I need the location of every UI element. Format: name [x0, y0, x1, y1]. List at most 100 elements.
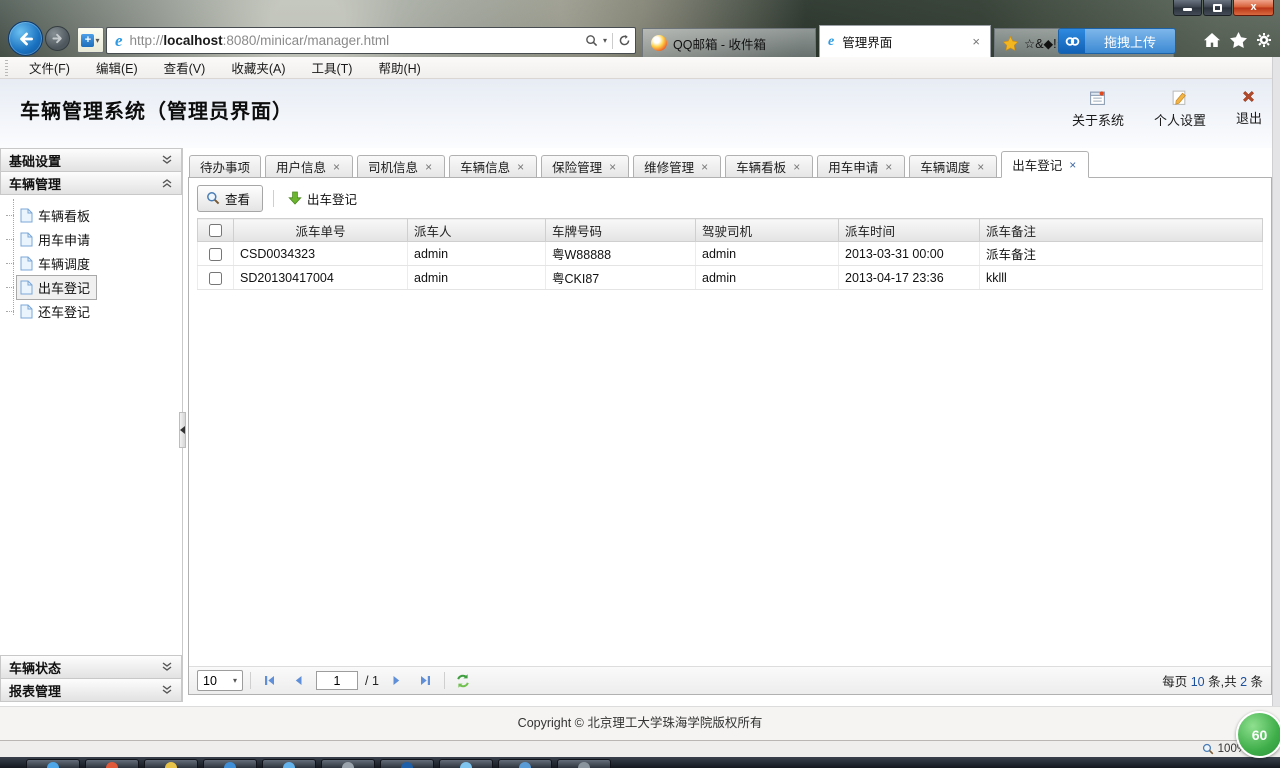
page-size-select[interactable]: 10 ▾ [197, 670, 243, 691]
tab-close-icon[interactable]: × [883, 160, 894, 174]
tab-vehicle-request[interactable]: 用车申请 × [817, 155, 906, 177]
taskbar-start-button[interactable] [26, 759, 80, 768]
close-window-button[interactable]: x [1233, 0, 1274, 16]
tree-item-vehicle-dispatch[interactable]: 车辆调度 [6, 251, 182, 275]
menu-help[interactable]: 帮助(H) [365, 55, 433, 80]
settings-gear-icon[interactable] [1256, 32, 1272, 48]
page-number-input[interactable] [316, 671, 358, 690]
tree-item-departure-register[interactable]: 出车登记 [6, 274, 182, 300]
taskbar-app-button[interactable] [439, 759, 493, 768]
ie-favicon: e [828, 33, 835, 49]
tree-item-vehicle-request[interactable]: 用车申请 [6, 227, 182, 251]
search-caret-icon[interactable]: ▾ [603, 36, 607, 45]
browser-tab-qqmail[interactable]: QQ邮箱 - 收件箱 [642, 28, 816, 57]
tab-close-icon[interactable]: × [423, 160, 434, 174]
tab-close-icon[interactable]: × [1067, 158, 1078, 172]
divider [443, 672, 445, 689]
taskbar-app-button[interactable] [144, 759, 198, 768]
tab-driver-info[interactable]: 司机信息 × [357, 155, 446, 177]
tab-insurance[interactable]: 保险管理 × [541, 155, 630, 177]
tab-close-icon[interactable]: × [975, 160, 986, 174]
about-system-link[interactable]: 关于系统 [1072, 89, 1124, 129]
first-page-button[interactable] [258, 670, 280, 692]
prev-page-button[interactable] [287, 670, 309, 692]
search-icon[interactable] [585, 34, 598, 47]
accordion-basic-settings[interactable]: 基础设置 [0, 148, 182, 172]
taskbar-app-button[interactable] [85, 759, 139, 768]
qqmail-favicon [651, 35, 667, 51]
personal-settings-link[interactable]: 个人设置 [1154, 89, 1206, 129]
refresh-icon[interactable] [618, 34, 631, 47]
taskbar-app-button[interactable] [203, 759, 257, 768]
tab-departure-register[interactable]: 出车登记 × [1001, 151, 1090, 178]
col-driver[interactable]: 驾驶司机 [695, 218, 839, 242]
tab-todo[interactable]: 待办事项 [189, 155, 262, 177]
sidebar-collapse-handle[interactable] [179, 412, 186, 448]
tab-vehicle-board[interactable]: 车辆看板 × [725, 155, 814, 177]
tree-item-return-register[interactable]: 还车登记 [6, 299, 182, 323]
tab-close-icon[interactable]: × [607, 160, 618, 174]
col-remark[interactable]: 派车备注 [979, 218, 1263, 242]
menu-file[interactable]: 文件(F) [16, 55, 83, 80]
select-all-checkbox[interactable] [209, 224, 222, 238]
col-dispatcher[interactable]: 派车人 [407, 218, 546, 242]
tab-close-icon[interactable]: × [699, 160, 710, 174]
col-dispatch-no[interactable]: 派车单号 [233, 218, 408, 242]
view-button[interactable]: 查看 [197, 184, 264, 212]
tree-item-vehicle-board[interactable]: 车辆看板 [6, 203, 182, 227]
tab-close-icon[interactable]: × [791, 160, 802, 174]
tab-user-info[interactable]: 用户信息 × [265, 155, 354, 177]
calendar-icon [1090, 91, 1106, 105]
col-plate-no[interactable]: 车牌号码 [545, 218, 696, 242]
link-label: 退出 [1235, 111, 1262, 126]
drag-upload-button[interactable]: 拖拽上传 [1058, 28, 1176, 54]
accordion-vehicle-status[interactable]: 车辆状态 [0, 655, 182, 679]
copyright-text: Copyright © 北京理工大学珠海学院版权所有 [517, 716, 763, 730]
forward-button[interactable] [45, 26, 70, 51]
favorites-star-icon[interactable] [1230, 32, 1247, 48]
row-checkbox[interactable] [209, 247, 222, 261]
taskbar-app-button[interactable] [498, 759, 552, 768]
table-row[interactable]: SD20130417004 admin 粤CKI87 admin 2013-04… [197, 265, 1263, 290]
col-dispatch-time[interactable]: 派车时间 [838, 218, 980, 242]
tab-vehicle-dispatch[interactable]: 车辆调度 × [909, 155, 998, 177]
tab-close-icon[interactable]: × [331, 160, 342, 174]
total-pages-label: / 1 [365, 673, 379, 688]
page-title: 车辆管理系统（管理员界面） [20, 101, 293, 123]
maximize-button[interactable] [1203, 0, 1232, 16]
menu-edit[interactable]: 编辑(E) [83, 55, 151, 80]
menu-tools[interactable]: 工具(T) [298, 55, 365, 80]
accordion-report-management[interactable]: 报表管理 [0, 678, 182, 702]
minimize-button[interactable] [1173, 0, 1202, 16]
accordion-vehicle-management[interactable]: 车辆管理 [0, 171, 182, 195]
row-checkbox[interactable] [209, 271, 222, 285]
logout-link[interactable]: 退出 [1236, 89, 1262, 129]
refresh-button[interactable] [452, 670, 474, 692]
chevron-double-down-icon [162, 685, 172, 694]
window-controls: x [1172, 0, 1274, 16]
tab-close-icon[interactable]: × [970, 34, 982, 49]
pagination-bar: 10 ▾ / 1 每页 10 条,共 2 条 [189, 666, 1271, 694]
tab-maintenance[interactable]: 维修管理 × [633, 155, 722, 177]
menu-favorites[interactable]: 收藏夹(A) [218, 55, 298, 80]
taskbar-app-button[interactable] [380, 759, 434, 768]
tab-close-icon[interactable]: × [515, 160, 526, 174]
drag-grip-icon [5, 59, 8, 76]
next-page-button[interactable] [386, 670, 408, 692]
taskbar-app-button[interactable] [557, 759, 611, 768]
back-button[interactable] [8, 21, 43, 56]
security-score-badge[interactable]: 60 [1236, 711, 1280, 758]
browser-tab-admin[interactable]: e 管理界面 × [819, 25, 991, 57]
shield-plus-icon: + [81, 33, 95, 47]
last-page-button[interactable] [415, 670, 437, 692]
table-row[interactable]: CSD0034323 admin 粤W88888 admin 2013-03-3… [197, 241, 1263, 266]
taskbar-app-button[interactable] [262, 759, 316, 768]
departure-register-button[interactable]: 出车登记 [284, 186, 361, 211]
compatibility-button[interactable]: + ▾ [77, 27, 104, 53]
home-icon[interactable] [1203, 32, 1221, 48]
minimize-icon [1183, 8, 1192, 11]
address-bar[interactable]: e http://localhost:8080/minicar/manager.… [106, 27, 636, 54]
taskbar-app-button[interactable] [321, 759, 375, 768]
menu-view[interactable]: 查看(V) [151, 55, 219, 80]
tab-vehicle-info[interactable]: 车辆信息 × [449, 155, 538, 177]
